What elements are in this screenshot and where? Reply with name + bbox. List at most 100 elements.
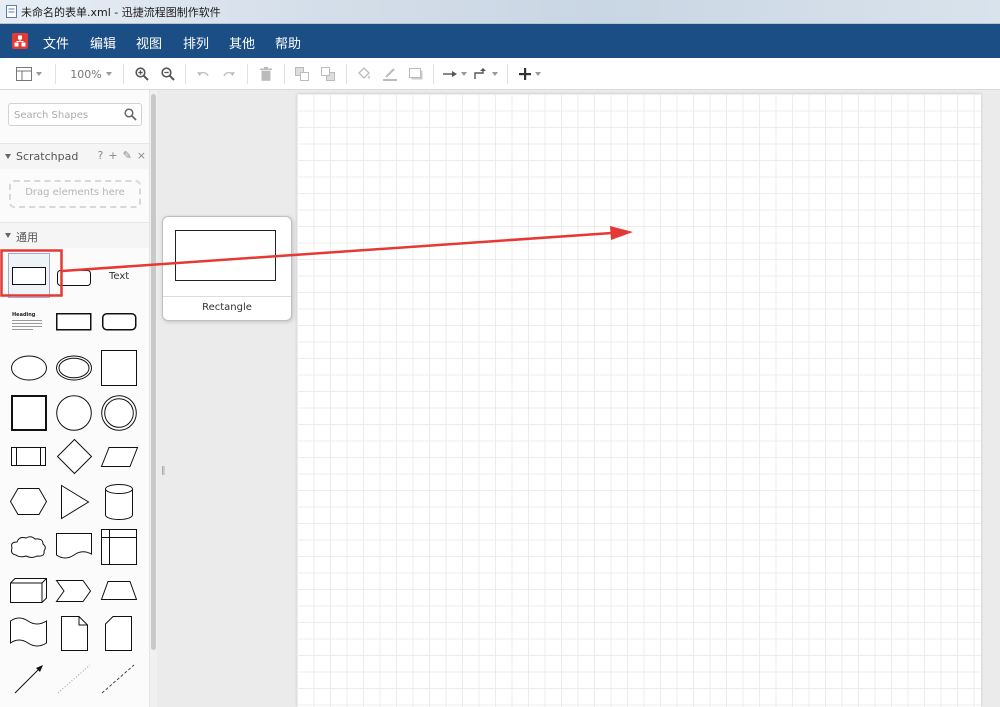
shape-dashed-line[interactable] xyxy=(101,664,135,694)
scrollbar-thumb[interactable] xyxy=(151,94,156,650)
zoom-out-button[interactable] xyxy=(160,65,176,83)
connection-style-dropdown[interactable] xyxy=(443,65,467,83)
shape-cylinder[interactable] xyxy=(105,484,133,520)
trash-icon xyxy=(260,67,272,81)
plus-icon xyxy=(519,68,531,80)
shape-process[interactable] xyxy=(11,447,47,467)
menu-help[interactable]: 帮助 xyxy=(275,33,301,52)
chevron-down-icon xyxy=(461,72,467,76)
shape-ellipse[interactable] xyxy=(11,355,48,381)
toolbar: 100% xyxy=(0,58,1000,90)
panel-layout-icon xyxy=(16,67,32,81)
shape-trapezoid[interactable] xyxy=(100,581,138,600)
shape-heading[interactable]: Heading xyxy=(12,312,42,330)
shape-double-ellipse[interactable] xyxy=(56,355,93,381)
menu-view[interactable]: 视图 xyxy=(136,33,162,52)
toolbar-separator xyxy=(507,64,508,84)
sidebar-splitter-handle[interactable]: ‖ xyxy=(161,466,166,476)
toolbar-separator xyxy=(247,64,248,84)
help-icon[interactable]: ? xyxy=(98,149,104,162)
toolbar-separator xyxy=(123,64,124,84)
chevron-down-icon xyxy=(535,72,541,76)
to-back-button[interactable] xyxy=(320,65,336,83)
shape-diamond[interactable] xyxy=(56,438,93,475)
scratchpad-header[interactable]: Scratchpad ? + ✎ × xyxy=(0,143,149,169)
edit-icon[interactable]: ✎ xyxy=(123,149,132,162)
shape-square[interactable] xyxy=(101,350,137,386)
shape-rounded-rectangle-bold[interactable] xyxy=(102,313,137,331)
shape-text[interactable]: Text xyxy=(109,271,129,282)
shape-circle[interactable] xyxy=(56,395,92,431)
shape-rounded-rectangle[interactable] xyxy=(57,270,92,287)
search-input[interactable] xyxy=(14,107,122,123)
shape-arrow-line[interactable] xyxy=(14,664,44,694)
sidebar-scrollbar[interactable] xyxy=(150,90,157,707)
shape-hexagon[interactable] xyxy=(9,488,48,515)
zoom-out-icon xyxy=(161,67,175,81)
shape-double-circle[interactable] xyxy=(101,395,137,431)
delete-button[interactable] xyxy=(258,65,274,83)
to-front-button[interactable] xyxy=(294,65,310,83)
diagram-page[interactable] xyxy=(297,94,981,707)
zoom-dropdown[interactable]: 100% xyxy=(70,65,112,83)
menu-bar: 文件 编辑 视图 排列 其他 帮助 xyxy=(0,24,1000,58)
document-icon xyxy=(6,5,17,18)
menu-edit[interactable]: 编辑 xyxy=(90,33,116,52)
redo-button[interactable] xyxy=(221,65,237,83)
bring-to-front-icon xyxy=(295,67,309,81)
shape-cloud[interactable] xyxy=(10,536,47,558)
shape-note[interactable] xyxy=(61,616,88,651)
shape-square-bold[interactable] xyxy=(11,395,47,431)
toolbar-separator xyxy=(433,64,434,84)
format-panel-button[interactable] xyxy=(14,65,44,83)
arrow-right-icon xyxy=(443,71,457,77)
scratchpad-title: Scratchpad xyxy=(16,150,79,163)
shape-rectangle-bold[interactable] xyxy=(56,313,92,331)
send-to-back-icon xyxy=(321,67,335,81)
zoom-level: 100% xyxy=(70,67,102,81)
menu-file[interactable]: 文件 xyxy=(43,33,69,52)
menu-extras[interactable]: 其他 xyxy=(229,33,255,52)
toolbar-separator xyxy=(185,64,186,84)
window-title: 未命名的表单.xml - 迅捷流程图制作软件 xyxy=(21,6,221,19)
shape-document[interactable] xyxy=(56,533,92,560)
chevron-down-icon xyxy=(492,72,498,76)
search-icon[interactable] xyxy=(124,108,137,121)
zoom-in-icon xyxy=(135,67,149,81)
shape-internal-storage[interactable] xyxy=(101,529,137,565)
add-icon[interactable]: + xyxy=(108,149,117,162)
shape-parallelogram[interactable] xyxy=(100,447,139,467)
chevron-down-icon xyxy=(105,72,112,76)
shadow-icon xyxy=(409,68,423,80)
redo-icon xyxy=(223,71,235,77)
zoom-in-button[interactable] xyxy=(134,65,150,83)
close-icon[interactable]: × xyxy=(137,149,146,162)
general-section-header[interactable]: 通用 xyxy=(0,222,149,248)
app-logo-icon xyxy=(12,33,28,49)
elbow-connector-icon xyxy=(474,68,486,79)
menu-arrange[interactable]: 排列 xyxy=(183,33,209,52)
shape-triangle[interactable] xyxy=(61,484,90,520)
tooltip-label: Rectangle xyxy=(202,302,252,313)
toolbar-separator xyxy=(55,64,56,84)
shape-step[interactable] xyxy=(55,580,92,602)
paint-bucket-icon xyxy=(358,67,370,79)
shape-rectangle[interactable] xyxy=(8,253,50,298)
waypoints-dropdown[interactable] xyxy=(474,65,498,83)
general-section-title: 通用 xyxy=(16,231,38,244)
dropzone-text: Drag elements here xyxy=(25,187,125,198)
shape-cube[interactable] xyxy=(10,578,47,603)
app-window: 未命名的表单.xml - 迅捷流程图制作软件 文件 编辑 视图 排列 其他 帮助… xyxy=(0,0,1000,707)
shape-dotted-line[interactable] xyxy=(57,664,91,694)
shadow-button[interactable] xyxy=(408,65,424,83)
shape-card[interactable] xyxy=(105,616,132,651)
scratchpad-tools: ? + ✎ × xyxy=(98,149,147,162)
collapse-triangle-icon xyxy=(5,154,11,159)
undo-button[interactable] xyxy=(195,65,211,83)
toolbar-separator xyxy=(284,64,285,84)
fill-color-button[interactable] xyxy=(356,65,372,83)
insert-dropdown[interactable] xyxy=(517,65,543,83)
line-color-button[interactable] xyxy=(382,65,398,83)
shape-tape[interactable] xyxy=(10,617,47,647)
scratchpad-dropzone[interactable]: Drag elements here xyxy=(9,180,141,208)
